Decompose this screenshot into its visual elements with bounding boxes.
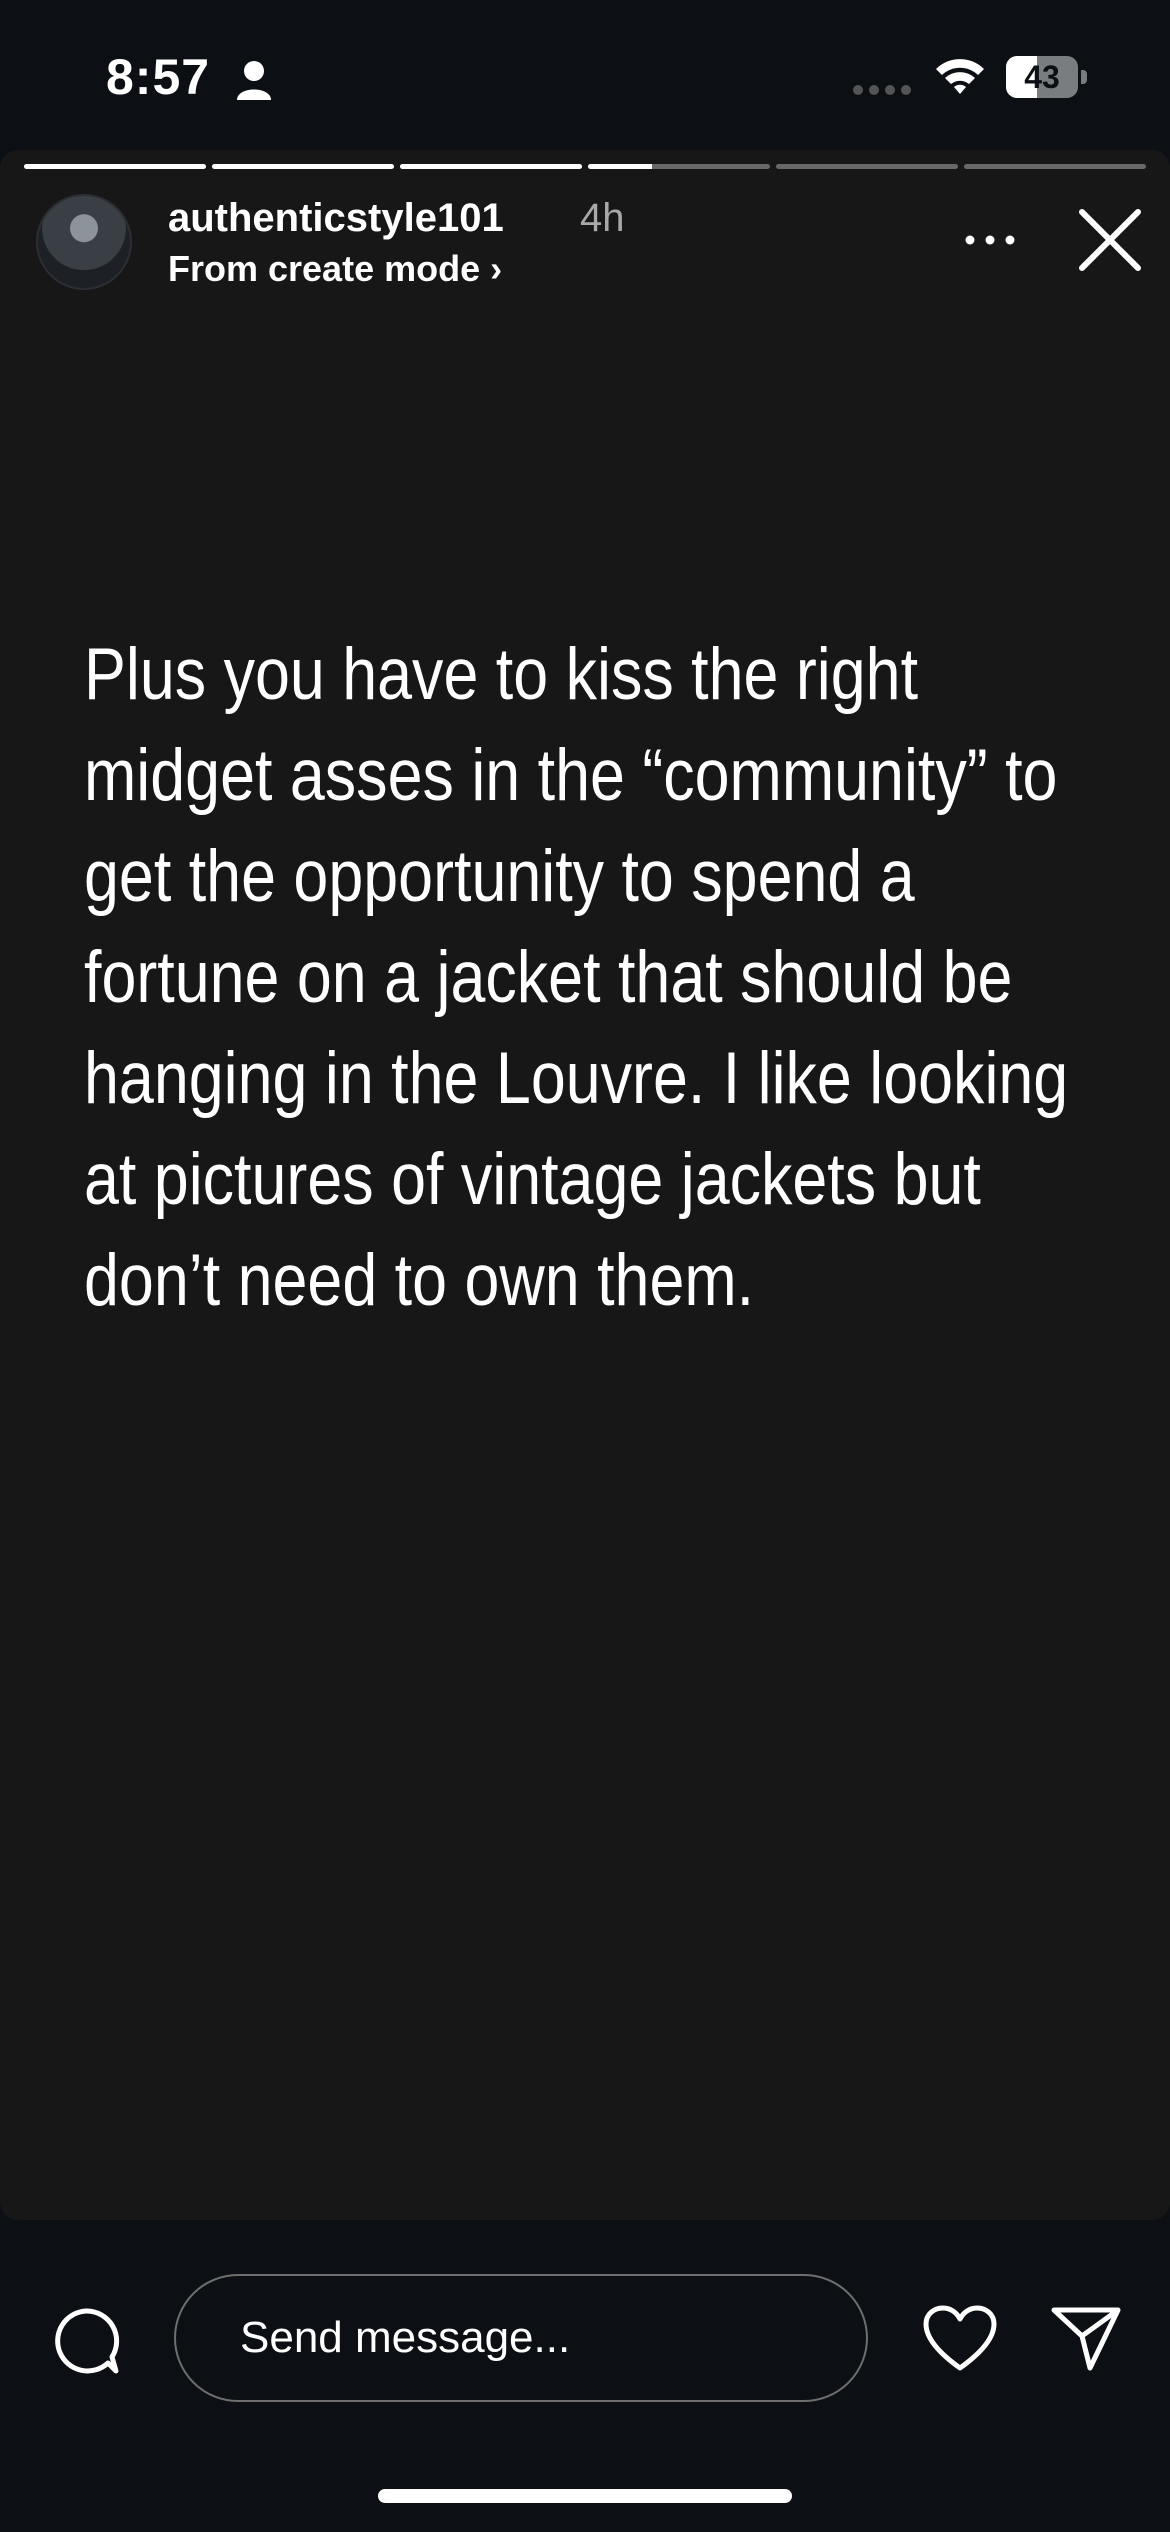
story-progress bbox=[24, 164, 1146, 169]
progress-segment bbox=[212, 164, 394, 169]
signal-icon bbox=[853, 85, 911, 95]
heart-icon[interactable] bbox=[922, 2304, 998, 2374]
username[interactable]: authenticstyle101 bbox=[168, 196, 504, 241]
story-text: Plus you have to kiss the right midget a… bbox=[84, 634, 1069, 1321]
create-mode-link[interactable]: From create mode › bbox=[168, 248, 502, 290]
progress-segment bbox=[588, 164, 770, 169]
time-ago: 4h bbox=[580, 196, 625, 240]
progress-segment bbox=[400, 164, 582, 169]
avatar[interactable] bbox=[36, 194, 132, 290]
status-bar: 8:57 43 bbox=[0, 0, 1170, 150]
message-input[interactable]: Send message... bbox=[174, 2274, 868, 2402]
progress-segment bbox=[776, 164, 958, 169]
person-icon bbox=[237, 61, 271, 100]
more-icon[interactable] bbox=[962, 232, 1018, 248]
home-indicator bbox=[378, 2489, 792, 2503]
chat-icon[interactable] bbox=[50, 2305, 122, 2377]
battery-icon: 43 bbox=[1006, 56, 1088, 98]
battery-level: 43 bbox=[1024, 59, 1060, 95]
status-time: 8:57 bbox=[106, 49, 211, 105]
story-view[interactable]: authenticstyle101 4h From create mode › … bbox=[0, 150, 1170, 2220]
wifi-icon bbox=[936, 59, 984, 94]
close-icon[interactable] bbox=[1078, 208, 1142, 272]
send-icon[interactable] bbox=[1050, 2304, 1122, 2372]
message-placeholder: Send message... bbox=[240, 2313, 571, 2362]
progress-segment bbox=[964, 164, 1146, 169]
progress-segment bbox=[24, 164, 206, 169]
